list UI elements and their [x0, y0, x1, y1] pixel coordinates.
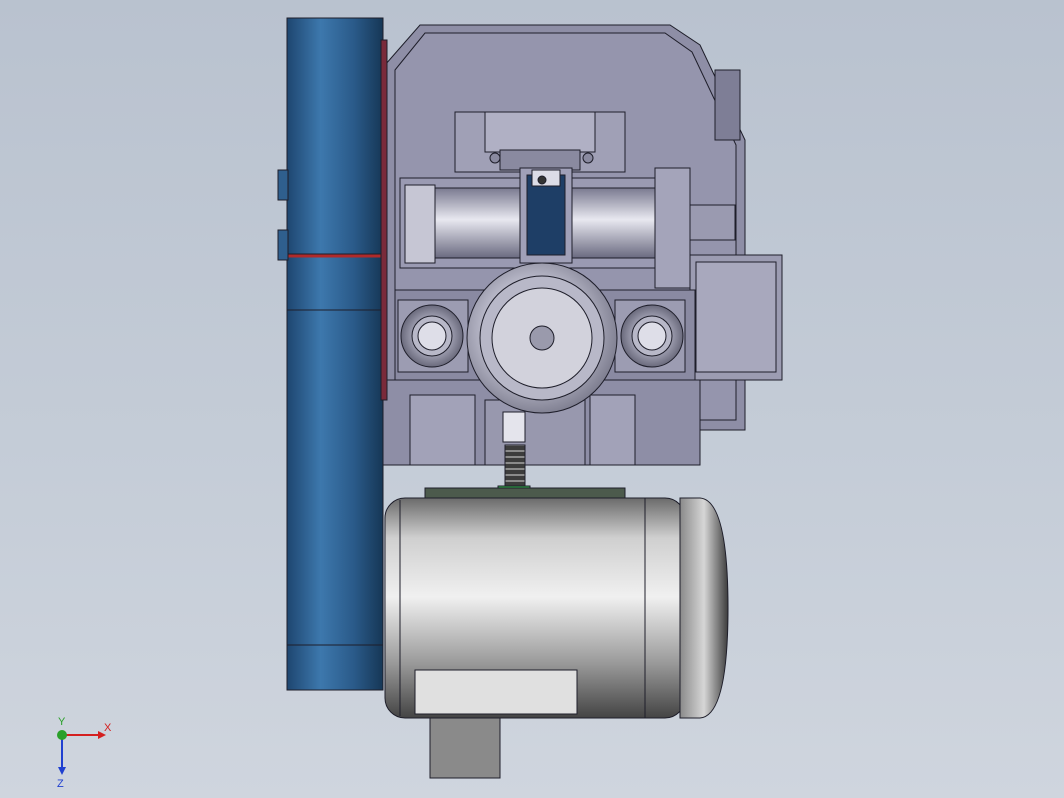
graphics-viewport[interactable]: X Y Z: [0, 0, 1064, 798]
z-axis-label: Z: [57, 778, 64, 790]
cad-model[interactable]: [0, 0, 1064, 798]
y-axis-marker: [57, 730, 67, 740]
y-axis-label: Y: [58, 716, 66, 728]
grinding-wheel[interactable]: [466, 262, 618, 414]
x-axis-label: X: [104, 722, 112, 734]
drive-pulley[interactable]: [277, 17, 388, 691]
z-axis-arrow: [58, 767, 66, 775]
junction-box[interactable]: [689, 254, 783, 381]
electric-motor[interactable]: [384, 487, 729, 779]
coordinate-triad: X Y Z: [57, 716, 112, 790]
